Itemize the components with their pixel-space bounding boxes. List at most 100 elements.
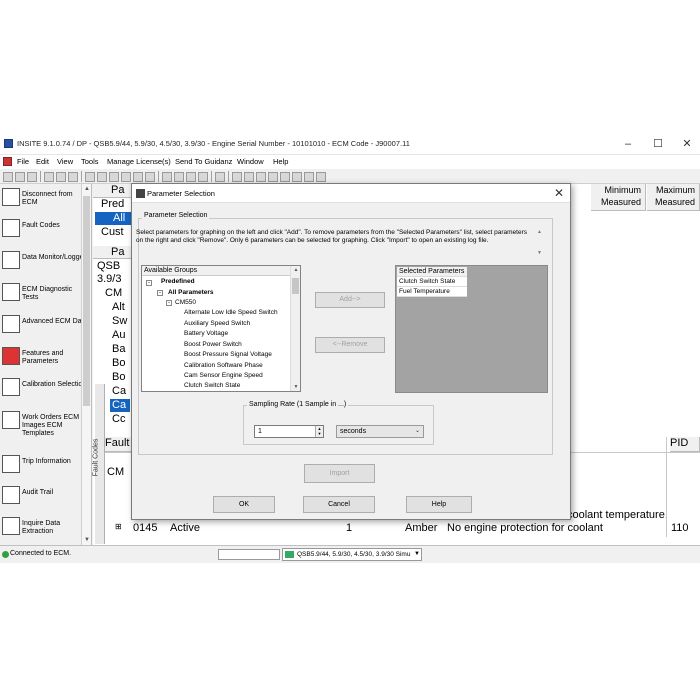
add-button[interactable]: Add--> — [315, 292, 385, 308]
snapshot-icon[interactable] — [292, 172, 302, 182]
menu-view[interactable]: View — [57, 157, 73, 166]
sidebar-item-work-orders[interactable]: Work Orders ECM Images ECM Templates — [0, 408, 92, 448]
sidebar-item-audit-trail[interactable]: Audit Trail — [0, 483, 92, 514]
sampling-unit-select[interactable]: seconds ⌄ — [336, 425, 424, 438]
tree-item[interactable]: Battery Voltage — [184, 330, 228, 337]
tree-item[interactable]: Boost Power Switch — [184, 341, 242, 348]
copy-icon[interactable] — [56, 172, 66, 182]
close-window-button[interactable]: ✕ — [678, 136, 696, 152]
fault-codes-side-tab[interactable]: Fault Codes — [92, 384, 105, 544]
fault-pid-cell: 110 — [671, 522, 689, 534]
tree-item[interactable]: Clutch Switch State — [184, 382, 240, 389]
play-icon[interactable] — [256, 172, 266, 182]
import-button[interactable]: Import — [304, 464, 375, 483]
tree-node-cm550[interactable]: CM550 — [175, 299, 196, 306]
scroll-down-icon[interactable]: ▼ — [82, 535, 92, 545]
toolbar — [0, 169, 700, 184]
work-orders-icon — [2, 411, 20, 429]
system-menu-icon[interactable] — [3, 157, 12, 166]
copy-table-icon[interactable] — [121, 172, 131, 182]
print-icon[interactable] — [85, 172, 95, 182]
print-preview-icon[interactable] — [97, 172, 107, 182]
app-icon — [4, 139, 13, 148]
sidebar-item-trip-info[interactable]: Trip Information — [0, 452, 92, 483]
pid-header[interactable]: PID — [670, 437, 700, 452]
save-icon[interactable] — [27, 172, 37, 182]
dialog-close-icon[interactable]: ✕ — [554, 186, 564, 200]
selected-parameters-list[interactable]: Selected Parameters Clutch Switch State … — [395, 265, 548, 393]
menu-file[interactable]: File — [17, 157, 29, 166]
engine-selector[interactable]: QSB5.9/44, 5.9/30, 4.5/30, 3.9/30 Simu ▼ — [282, 548, 422, 561]
menu-send-to-guidanz[interactable]: Send To Guidanz — [175, 157, 232, 166]
menu-tools[interactable]: Tools — [81, 157, 99, 166]
expand-icon[interactable]: ⊞ — [115, 522, 125, 535]
instructions-scrollbar[interactable]: ▲ ▼ — [535, 229, 543, 256]
cancel-button[interactable]: Cancel — [303, 496, 375, 513]
sidebar-item-fault-codes[interactable]: Fault Codes — [0, 216, 92, 247]
fault-desc-cell: No engine protection for coolant — [447, 522, 603, 534]
tree-item[interactable]: Calibration Software Phase — [184, 362, 263, 369]
selected-parameter-item[interactable]: Clutch Switch State — [397, 277, 467, 287]
audit-trail-icon — [2, 486, 20, 504]
record-grid-icon[interactable] — [232, 172, 242, 182]
sidebar-item-disconnect[interactable]: Disconnect from ECM — [0, 185, 92, 216]
selected-parameter-item[interactable]: Fuel Temperature — [397, 287, 467, 297]
collapse-icon[interactable]: - — [146, 280, 152, 286]
ok-button[interactable]: OK — [213, 496, 275, 513]
tree-item[interactable]: Alternate Low Idle Speed Switch — [184, 309, 278, 316]
graph-icon[interactable] — [215, 172, 225, 182]
available-groups-tree[interactable]: Available Groups - Predefined - All Para… — [141, 265, 301, 392]
help-button[interactable]: Help — [406, 496, 472, 513]
sidebar-item-data-monitor[interactable]: Data Monitor/Logger — [0, 248, 92, 279]
collapse-icon[interactable]: - — [157, 290, 163, 296]
scroll-thumb[interactable] — [83, 196, 90, 406]
lock-icon[interactable] — [145, 172, 155, 182]
scroll-up-icon[interactable]: ▲ — [291, 267, 300, 273]
sidebar-item-advanced-data[interactable]: Advanced ECM Data — [0, 312, 92, 343]
sampling-rate-input[interactable]: 1 ▲ ▼ — [254, 425, 324, 438]
scroll-thumb[interactable] — [292, 278, 299, 294]
maximize-button[interactable]: ☐ — [649, 136, 667, 152]
tree-scrollbar[interactable]: ▲ ▼ — [290, 266, 300, 391]
sidebar-item-inquire[interactable]: Inquire Data Extraction — [0, 514, 92, 545]
scroll-up-icon[interactable]: ▲ — [537, 229, 542, 235]
cut-icon[interactable] — [44, 172, 54, 182]
tree-node-predefined[interactable]: Predefined — [161, 278, 195, 285]
tree-item[interactable]: Boost Pressure Signal Voltage — [184, 351, 272, 358]
minimize-button[interactable]: – — [619, 136, 637, 152]
sidebar-item-features[interactable]: Features and Parameters — [0, 344, 92, 375]
scroll-up-icon[interactable]: ▲ — [82, 184, 92, 194]
menu-window[interactable]: Window — [237, 157, 264, 166]
tree-item[interactable]: Cam Sensor Engine Speed — [184, 372, 263, 379]
refresh-icon[interactable] — [133, 172, 143, 182]
menu-edit[interactable]: Edit — [36, 157, 49, 166]
sidebar-scrollbar[interactable]: ▲ ▼ — [81, 184, 91, 545]
grid-header-maximum[interactable]: Maximum Measured — [647, 184, 700, 211]
filter-icon[interactable] — [186, 172, 196, 182]
menu-help[interactable]: Help — [273, 157, 288, 166]
menu-manage-licenses[interactable]: Manage License(s) — [107, 157, 171, 166]
marker-icon[interactable] — [304, 172, 314, 182]
sidebar-item-diagnostic-tests[interactable]: ECM Diagnostic Tests — [0, 280, 92, 311]
remove-button[interactable]: <--Remove — [315, 337, 385, 353]
spinner-icon[interactable]: ▲ ▼ — [315, 426, 323, 437]
paste-icon[interactable] — [68, 172, 78, 182]
grid-row-selected[interactable]: Ca — [110, 399, 130, 412]
settings-icon[interactable] — [316, 172, 326, 182]
find-icon[interactable] — [109, 172, 119, 182]
pause-icon[interactable] — [268, 172, 278, 182]
scroll-down-icon[interactable]: ▼ — [291, 384, 300, 390]
record-icon[interactable] — [244, 172, 254, 182]
collapse-icon[interactable]: - — [166, 300, 172, 306]
sidebar-item-calibration[interactable]: Calibration Selection — [0, 375, 92, 406]
stop-icon[interactable] — [280, 172, 290, 182]
export-icon[interactable] — [162, 172, 172, 182]
import-icon[interactable] — [174, 172, 184, 182]
open-icon[interactable] — [15, 172, 25, 182]
column-icon[interactable] — [198, 172, 208, 182]
grid-header-minimum[interactable]: Minimum Measured — [591, 184, 646, 211]
tree-item[interactable]: Auxiliary Speed Switch — [184, 320, 250, 327]
new-icon[interactable] — [3, 172, 13, 182]
scroll-down-icon[interactable]: ▼ — [537, 250, 542, 256]
tree-node-all-parameters[interactable]: All Parameters — [168, 289, 214, 296]
